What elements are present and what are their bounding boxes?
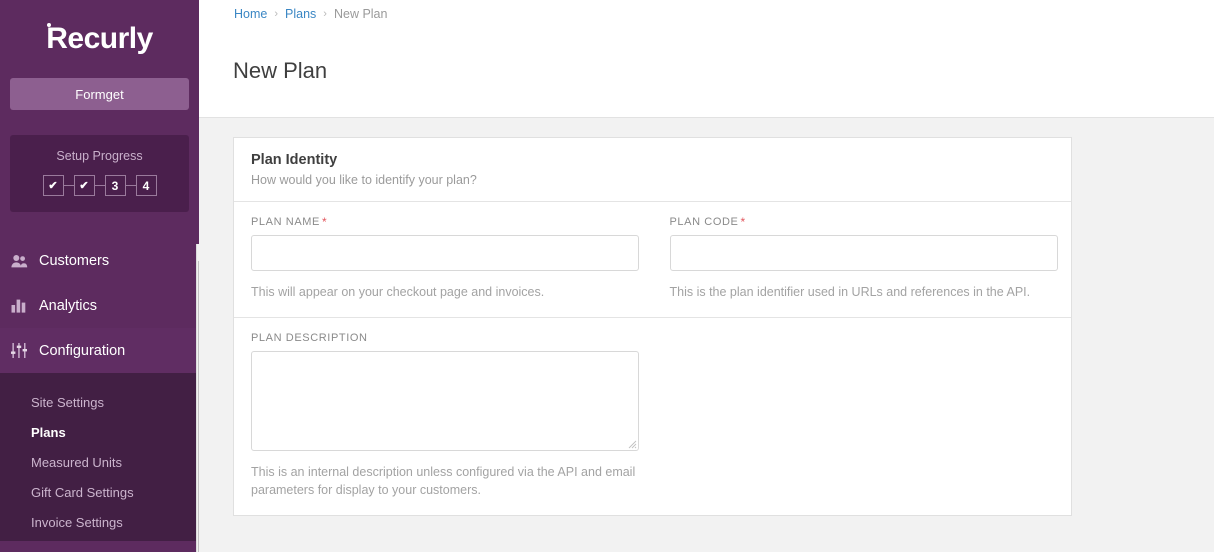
top-header: Home › Plans › New Plan New Plan: [199, 0, 1214, 118]
setup-step-4[interactable]: 4: [135, 175, 157, 196]
sliders-icon: [5, 343, 33, 358]
sidebar-subitem-site-settings[interactable]: Site Settings: [0, 387, 199, 417]
step-separator: [63, 185, 74, 186]
breadcrumb-item-home[interactable]: Home: [234, 7, 267, 21]
plan-name-input[interactable]: [251, 235, 639, 271]
breadcrumb-separator-icon: ›: [323, 8, 327, 20]
identity-fields-row: PLAN NAME * This will appear on your chec…: [234, 202, 1072, 319]
plan-name-label: PLAN NAME *: [251, 216, 636, 228]
sidebar-item-label: Configuration: [39, 342, 126, 359]
plan-description-wrapper: [251, 351, 639, 452]
sidebar-subitem-plans[interactable]: Plans: [0, 417, 199, 447]
recurly-logo[interactable]: Recurly: [46, 22, 153, 55]
sidebar-item-customers[interactable]: Customers: [0, 238, 199, 283]
account-switcher-button[interactable]: Formget: [10, 78, 189, 110]
required-asterisk: *: [740, 215, 746, 229]
breadcrumb-separator-icon: ›: [274, 8, 279, 20]
plan-name-label-text: PLAN NAME: [251, 216, 320, 228]
brand-header: Recurly: [0, 0, 199, 78]
sidebar-nav: Customers Analytics Configuration: [0, 238, 199, 373]
plan-description-help: This is an internal description unless c…: [251, 465, 636, 498]
breadcrumb: Home › Plans › New Plan: [234, 7, 387, 21]
sidebar-subitem-gift-card-settings[interactable]: Gift Card Settings: [0, 477, 199, 507]
plan-name-help: This will appear on your checkout page a…: [251, 285, 545, 299]
setup-step-1[interactable]: ✔: [42, 175, 64, 196]
sidebar-item-label: Customers: [39, 252, 110, 269]
plan-description-label: PLAN DESCRIPTION: [251, 332, 368, 345]
setup-step-3[interactable]: 3: [104, 175, 126, 196]
sidebar-subitem-label: Measured Units: [31, 454, 123, 470]
sidebar-subitem-label: Plans: [31, 424, 66, 440]
required-asterisk: *: [321, 215, 328, 229]
sidebar-item-analytics[interactable]: Analytics: [0, 283, 199, 328]
sidebar-subitem-label: Gift Card Settings: [31, 484, 134, 500]
setup-progress-title: Setup Progress: [56, 149, 143, 163]
plan-code-help: This is the plan identifier used in URLs…: [669, 285, 1031, 299]
sidebar-subitem-invoice-settings[interactable]: Invoice Settings: [0, 507, 199, 537]
card-subtitle: How would you like to identify your plan…: [251, 173, 477, 187]
plan-code-field-group: PLAN CODE * This is the plan identifier u…: [653, 202, 1072, 317]
step-separator: [125, 185, 136, 186]
main-content: Home › Plans › New Plan New Plan Plan Id…: [199, 0, 1214, 552]
plan-description-textarea[interactable]: [251, 351, 639, 452]
users-icon: [5, 254, 33, 268]
content-area: Plan Identity How would you like to iden…: [199, 118, 1214, 517]
app-root: Recurly Formget Setup Progress ✔ ✔ 3 4 C…: [0, 0, 1214, 552]
step-separator: [94, 185, 105, 186]
plan-code-label-text: PLAN CODE: [669, 216, 739, 228]
breadcrumb-item-plans[interactable]: Plans: [285, 7, 316, 21]
plan-name-field-group: PLAN NAME * This will appear on your chec…: [234, 202, 653, 317]
setup-progress-panel: Setup Progress ✔ ✔ 3 4: [10, 135, 189, 212]
description-row: PLAN DESCRIPTION This is an internal des…: [234, 318, 1071, 515]
sidebar: Recurly Formget Setup Progress ✔ ✔ 3 4 C…: [0, 0, 199, 552]
plan-code-input[interactable]: [669, 235, 1058, 271]
sidebar-item-configuration[interactable]: Configuration: [0, 328, 199, 373]
sidebar-subitem-label: Site Settings: [31, 394, 104, 410]
setup-progress-steps: ✔ ✔ 3 4: [10, 175, 189, 196]
plan-description-field-group: PLAN DESCRIPTION This is an internal des…: [234, 318, 1071, 515]
sidebar-subitem-measured-units[interactable]: Measured Units: [0, 447, 199, 477]
card-title: Plan Identity: [251, 152, 338, 168]
recurly-logo-text: Recurly: [46, 22, 153, 55]
account-switcher-label: Formget: [75, 86, 124, 102]
sidebar-subitem-label: Invoice Settings: [31, 514, 123, 530]
setup-step-2[interactable]: ✔: [73, 175, 95, 196]
plan-code-label: PLAN CODE *: [670, 216, 1055, 228]
bar-chart-icon: [5, 299, 33, 313]
plan-identity-card: Plan Identity How would you like to iden…: [233, 137, 1072, 517]
sidebar-item-label: Analytics: [39, 297, 98, 314]
card-header: Plan Identity How would you like to iden…: [234, 138, 1071, 202]
breadcrumb-item-current: New Plan: [333, 7, 388, 21]
page-title: New Plan: [233, 58, 328, 83]
sidebar-submenu-configuration: Site Settings Plans Measured Units Gift …: [0, 373, 199, 541]
